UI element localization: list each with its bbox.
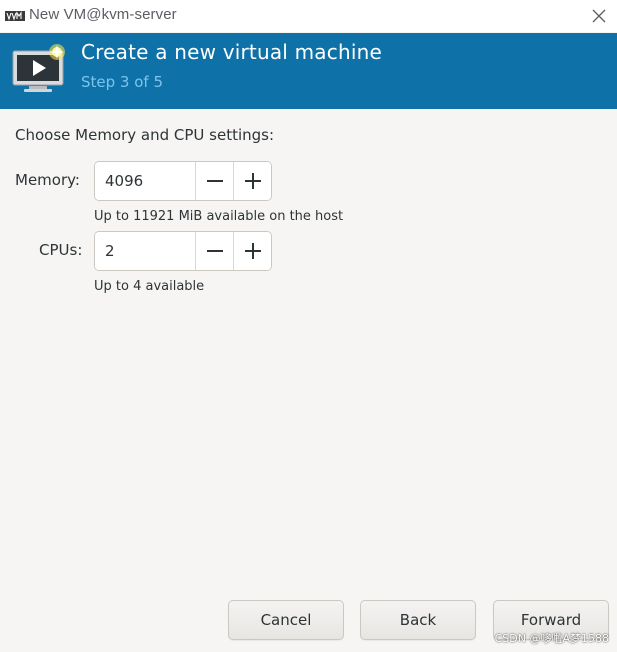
close-icon[interactable] (587, 4, 611, 28)
back-button[interactable]: Back (360, 600, 476, 640)
cpus-label: CPUs: (39, 241, 83, 259)
cpus-decrement-button[interactable] (195, 232, 233, 270)
section-heading: Choose Memory and CPU settings: (15, 126, 275, 144)
wizard-header: Create a new virtual machine Step 3 of 5 (0, 33, 617, 109)
cpus-hint: Up to 4 available (94, 279, 205, 294)
memory-spinbox (94, 161, 272, 201)
memory-decrement-button[interactable] (195, 162, 233, 200)
memory-increment-button[interactable] (233, 162, 271, 200)
window-title: New VM@kvm-server (29, 6, 177, 23)
title-bar[interactable]: New VM@kvm-server (0, 0, 617, 32)
plus-icon (244, 243, 261, 259)
memory-input[interactable] (95, 162, 195, 200)
watermark: CSDN @哆啦A梦1588 (494, 632, 609, 645)
cpus-spinbox (94, 231, 272, 271)
cpus-increment-button[interactable] (233, 232, 271, 270)
wizard-step-indicator: Step 3 of 5 (81, 73, 164, 91)
minus-icon (206, 180, 223, 182)
plus-icon (244, 173, 261, 189)
minus-icon (206, 250, 223, 252)
virt-manager-icon (5, 11, 25, 21)
wizard-title: Create a new virtual machine (81, 40, 382, 64)
cpus-input[interactable] (95, 232, 195, 270)
new-vm-dialog: New VM@kvm-server Create a new virtual m… (0, 0, 617, 652)
memory-label: Memory: (15, 171, 80, 189)
memory-hint: Up to 11921 MiB available on the host (94, 209, 344, 224)
monitor-new-vm-icon (12, 44, 65, 92)
cancel-button[interactable]: Cancel (228, 600, 344, 640)
